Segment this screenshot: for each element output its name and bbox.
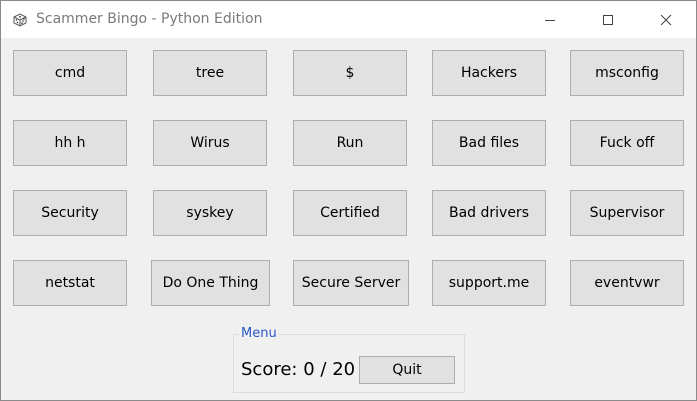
minimize-button[interactable]: [527, 1, 573, 38]
bingo-button-msconfig[interactable]: msconfig: [570, 50, 684, 96]
quit-button[interactable]: Quit: [359, 356, 455, 384]
close-icon: [660, 14, 672, 25]
bingo-button-support-me[interactable]: support.me: [432, 260, 546, 306]
bingo-button-fuck-off[interactable]: Fuck off: [570, 120, 684, 166]
bingo-button-hh-h[interactable]: hh h: [13, 120, 127, 166]
bingo-button-syskey[interactable]: syskey: [153, 190, 267, 236]
score-label: Score:: [241, 359, 298, 380]
app-window: Scammer Bingo - Python Edition cmd tree …: [0, 0, 697, 401]
maximize-button[interactable]: [585, 1, 631, 38]
minimize-icon: [545, 19, 555, 21]
bingo-button-wirus[interactable]: Wirus: [153, 120, 267, 166]
bingo-button-bad-drivers[interactable]: Bad drivers: [432, 190, 546, 236]
title-bar[interactable]: Scammer Bingo - Python Edition: [1, 1, 696, 38]
bingo-button-netstat[interactable]: netstat: [13, 260, 127, 306]
bingo-button-eventvwr[interactable]: eventvwr: [570, 260, 684, 306]
bingo-button-secure-server[interactable]: Secure Server: [293, 260, 409, 306]
bingo-button-supervisor[interactable]: Supervisor: [570, 190, 684, 236]
score-separator: /: [320, 359, 327, 380]
bingo-button-dollar[interactable]: $: [293, 50, 407, 96]
bingo-button-certified[interactable]: Certified: [293, 190, 407, 236]
score-display: Score: 0 / 20: [241, 359, 355, 380]
bingo-button-hackers[interactable]: Hackers: [432, 50, 546, 96]
dice-icon: [12, 12, 28, 28]
menu-group-label: Menu: [239, 326, 279, 341]
window-title: Scammer Bingo - Python Edition: [36, 11, 263, 27]
bingo-button-run[interactable]: Run: [293, 120, 407, 166]
bingo-button-cmd[interactable]: cmd: [13, 50, 127, 96]
score-total: 20: [332, 359, 356, 380]
maximize-icon: [603, 14, 613, 25]
bingo-button-bad-files[interactable]: Bad files: [432, 120, 546, 166]
score-value: 0: [303, 359, 315, 380]
bingo-button-do-one-thing[interactable]: Do One Thing: [151, 260, 270, 306]
close-button[interactable]: [643, 1, 689, 38]
bingo-button-tree[interactable]: tree: [153, 50, 267, 96]
bingo-button-security[interactable]: Security: [13, 190, 127, 236]
